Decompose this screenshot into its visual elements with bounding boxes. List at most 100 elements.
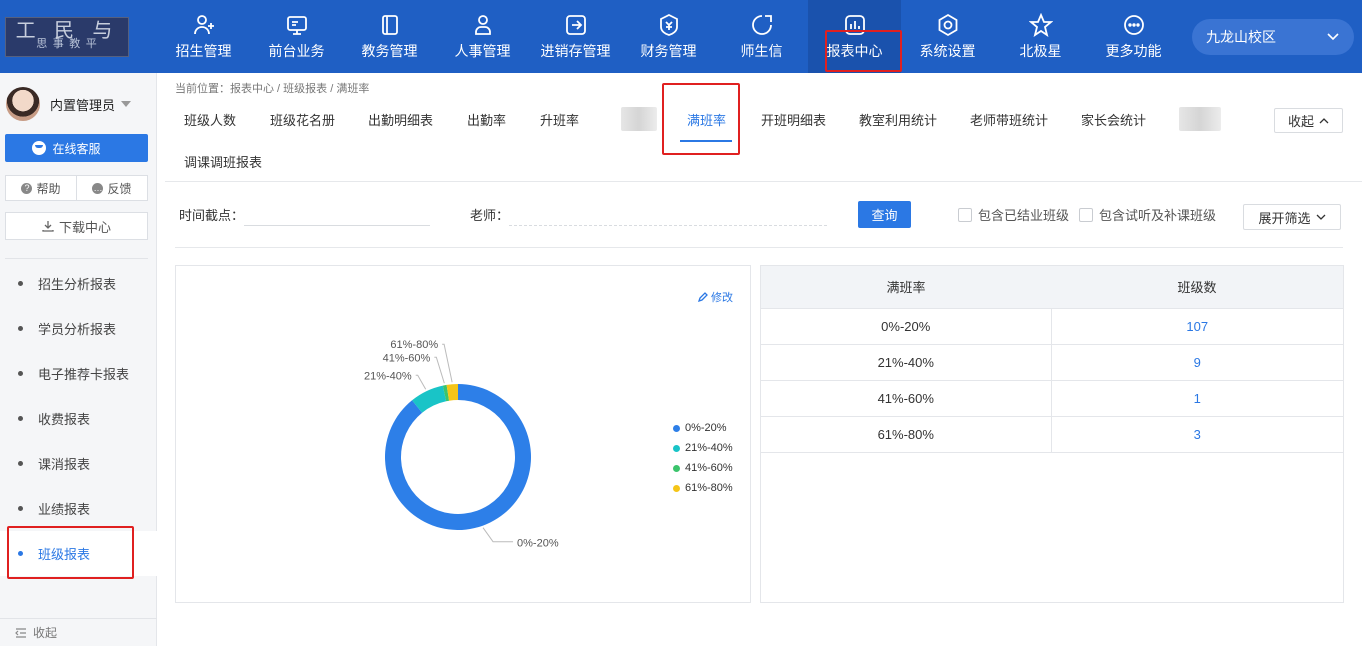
nav-item-finance[interactable]: 财务管理 xyxy=(622,0,715,73)
time-point-input[interactable] xyxy=(244,225,430,226)
help-button[interactable]: ? 帮助 xyxy=(6,176,76,200)
count-link[interactable]: 107 xyxy=(1051,308,1343,345)
tabs-collapse-label: 收起 xyxy=(1287,114,1314,129)
nav-item-more[interactable]: 更多功能 xyxy=(1087,0,1180,73)
teacher-input[interactable] xyxy=(509,225,827,226)
online-service-button[interactable]: 在线客服 xyxy=(5,134,148,162)
legend-swatch xyxy=(673,424,680,432)
nav-label: 更多功能 xyxy=(1105,42,1162,59)
nav-item-front-desk[interactable]: 前台业务 xyxy=(250,0,343,73)
checkbox-box xyxy=(1079,207,1093,222)
legend-item[interactable]: 0%-20% xyxy=(673,418,733,438)
nav-item-academic[interactable]: 教务管理 xyxy=(343,0,436,73)
teacher-label: 老师： xyxy=(470,208,510,223)
star-icon xyxy=(1028,12,1053,37)
menu-item-student-analysis[interactable]: 学员分析报表 xyxy=(0,306,157,351)
legend-item[interactable]: 41%-60% xyxy=(673,458,733,478)
caret-down-icon xyxy=(121,101,132,107)
nav-item-reports[interactable]: 报表中心 xyxy=(808,0,901,73)
menu-label: 学员分析报表 xyxy=(38,322,117,337)
user-menu[interactable]: 内置管理员 xyxy=(6,87,132,121)
menu-label: 业绩报表 xyxy=(38,502,91,517)
tab-full-class-rate[interactable]: 满班率 xyxy=(687,110,726,129)
monitor-icon xyxy=(286,15,307,35)
menu-item-performance[interactable]: 业绩报表 xyxy=(0,486,157,531)
download-icon xyxy=(42,221,54,232)
chevron-up-icon xyxy=(1319,117,1329,123)
logo: 工 民 与 思 事 教 平 xyxy=(5,17,129,57)
nav-item-hr[interactable]: 人事管理 xyxy=(436,0,529,73)
tab-class-transfer-report[interactable]: 调课调班报表 xyxy=(184,152,262,171)
collapse-icon xyxy=(15,627,26,638)
feedback-button[interactable]: … 反馈 xyxy=(76,176,147,200)
main-content: 当前位置：报表中心 / 班级报表 / 满班率 班级人数 班级花名册 出勤明细表 … xyxy=(157,73,1362,646)
table-row: 0%-20% 107 xyxy=(761,308,1343,345)
donut-chart: 0%-20% 21%-40% 41%-60%61%-80% xyxy=(364,339,559,549)
tab-class-size[interactable]: 班级人数 xyxy=(184,110,236,129)
menu-label: 班级报表 xyxy=(38,547,91,562)
count-link[interactable]: 1 xyxy=(1051,380,1343,417)
download-center-button[interactable]: 下载中心 xyxy=(5,212,148,240)
menu-item-enrollment-analysis[interactable]: 招生分析报表 xyxy=(0,261,157,306)
help-feedback-row: ? 帮助 … 反馈 xyxy=(5,175,148,201)
label-leader-line xyxy=(482,527,514,543)
campus-selector[interactable]: 九龙山校区 xyxy=(1192,19,1354,55)
nav-item-inventory[interactable]: 进销存管理 xyxy=(529,0,622,73)
menu-item-class-report[interactable]: 班级报表 xyxy=(0,531,157,576)
active-tab-indicator xyxy=(680,140,732,142)
menu-item-referral-card[interactable]: 电子推荐卡报表 xyxy=(0,351,157,396)
slice-label: 21%-40% xyxy=(364,370,412,382)
nav-item-settings[interactable]: 系统设置 xyxy=(901,0,994,73)
table-header-row: 满班率 班级数 xyxy=(761,266,1343,309)
settings-icon xyxy=(938,13,957,36)
tab-parent-meeting-stats[interactable]: 家长会统计 xyxy=(1081,110,1146,129)
tab-attendance-rate[interactable]: 出勤率 xyxy=(467,110,506,129)
count-link[interactable]: 9 xyxy=(1051,344,1343,381)
question-icon: ? xyxy=(21,182,33,194)
tab-promotion-rate[interactable]: 升班率 xyxy=(540,110,579,129)
nav-label: 系统设置 xyxy=(919,42,976,59)
nav-item-messages[interactable]: 师生信 xyxy=(715,0,808,73)
nav-label: 报表中心 xyxy=(826,42,883,59)
legend-item[interactable]: 61%-80% xyxy=(673,478,733,498)
chart-legend: 0%-20% 21%-40% 41%-60% 61%-80% xyxy=(673,418,733,498)
book-icon xyxy=(381,14,398,35)
include-graduated-checkbox[interactable]: 包含已结业班级 xyxy=(958,205,1069,224)
query-button[interactable]: 查询 xyxy=(858,201,911,228)
nav-label: 财务管理 xyxy=(640,42,697,59)
nav-label: 北极星 xyxy=(1019,42,1062,59)
tab-teacher-class-stats[interactable]: 老师带班统计 xyxy=(970,110,1048,129)
legend-swatch xyxy=(673,444,680,452)
donut-slice[interactable] xyxy=(384,384,531,530)
tab-attendance-detail[interactable]: 出勤明细表 xyxy=(368,110,433,129)
menu-item-fees[interactable]: 收费报表 xyxy=(0,396,157,441)
legend-label: 0%-20% xyxy=(685,422,727,434)
legend-item[interactable]: 21%-40% xyxy=(673,438,733,458)
tab-class-roster[interactable]: 班级花名册 xyxy=(270,110,335,129)
tab-classroom-usage[interactable]: 教室利用统计 xyxy=(859,110,937,129)
tab-class-opening-detail[interactable]: 开班明细表 xyxy=(761,110,826,129)
menu-label: 电子推荐卡报表 xyxy=(38,367,130,382)
bar-chart-icon xyxy=(844,14,865,35)
count-link[interactable]: 3 xyxy=(1051,416,1343,453)
breadcrumb: 当前位置：报表中心 / 班级报表 / 满班率 xyxy=(175,83,370,95)
nav-item-enrollment[interactable]: 招生管理 xyxy=(157,0,250,73)
menu-label: 招生分析报表 xyxy=(38,277,117,292)
rate-cell: 0%-20% xyxy=(761,308,1052,345)
tabs-collapse-button[interactable]: 收起 xyxy=(1274,108,1343,133)
report-menu: 招生分析报表 学员分析报表 电子推荐卡报表 收费报表 课消报表 业绩报表 班级报… xyxy=(0,261,157,576)
nav-label: 进销存管理 xyxy=(540,42,611,59)
include-trial-checkbox[interactable]: 包含试听及补课班级 xyxy=(1079,205,1216,224)
sidebar-collapse-button[interactable]: 收起 xyxy=(0,618,157,646)
expand-filter-button[interactable]: 展开筛选 xyxy=(1243,204,1341,230)
label-leader-line xyxy=(434,356,445,384)
menu-item-lesson-consumption[interactable]: 课消报表 xyxy=(0,441,157,486)
avatar xyxy=(6,87,40,121)
campus-label: 九龙山校区 xyxy=(1206,29,1276,45)
nav-item-polaris[interactable]: 北极星 xyxy=(994,0,1087,73)
table-row: 41%-60% 1 xyxy=(761,380,1343,417)
sidebar-collapse-label: 收起 xyxy=(33,626,58,640)
query-label: 查询 xyxy=(871,208,898,223)
menu-label: 收费报表 xyxy=(38,412,91,427)
nav-label: 前台业务 xyxy=(268,42,325,59)
